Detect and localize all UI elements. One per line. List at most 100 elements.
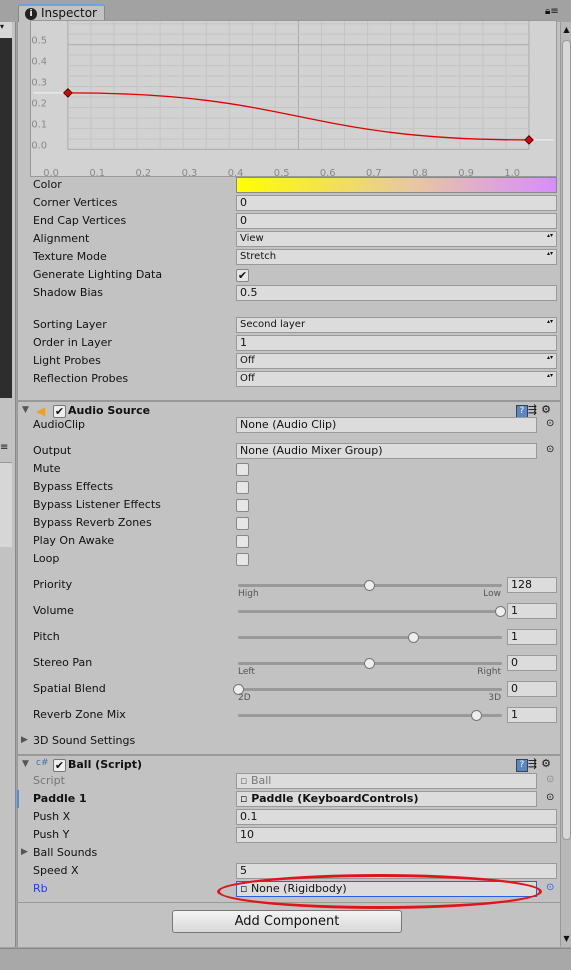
curve-key[interactable] [63, 87, 73, 98]
volume-value-field[interactable]: 1 [507, 603, 557, 619]
row-pitch: Pitch 1 [17, 628, 561, 646]
label-paddle-1: Paddle 1 [33, 792, 87, 805]
component-enabled-checkbox[interactable]: ✔ [53, 759, 66, 772]
status-bar [0, 948, 571, 970]
y-tick-label: 0.2 [31, 98, 47, 109]
scene-view [0, 38, 12, 398]
row-play-on-awake: Play On Awake [17, 532, 561, 550]
left-dropdown[interactable]: ▾ [0, 22, 12, 38]
curve-editor[interactable]: 0.0 0.1 0.2 0.3 0.4 0.5 0.6 0.7 0.8 0.9 1.00.00.10… [30, 20, 557, 177]
sorting-layer-dropdown[interactable]: Second layer [236, 317, 557, 333]
reflection-probes-value: Off [240, 373, 255, 384]
audioclip-field[interactable]: None (Audio Clip) [236, 417, 537, 433]
row-volume: Volume 1 [17, 602, 561, 620]
push-y-value: 10 [240, 828, 254, 841]
row-order-in-layer: Order in Layer 1 [17, 334, 561, 352]
label-bypass-listener-effects: Bypass Listener Effects [33, 498, 161, 511]
stereo-pan-slider-handle[interactable] [364, 658, 375, 669]
row-stereo-pan: Stereo Pan 0 Left Right [17, 654, 561, 677]
scrollbar-thumb[interactable] [562, 40, 571, 840]
bypass-reverb-zones-checkbox[interactable] [236, 517, 249, 530]
reflection-probes-dropdown[interactable]: Off [236, 371, 557, 387]
label-bypass-reverb-zones: Bypass Reverb Zones [33, 516, 152, 529]
play-on-awake-checkbox[interactable] [236, 535, 249, 548]
texture-mode-value: Stretch [240, 251, 277, 262]
menu-icon[interactable]: ≡ [0, 442, 8, 453]
scroll-down-icon[interactable]: ▼ [562, 934, 571, 943]
paddle-1-field[interactable]: ▫ Paddle (KeyboardControls) [236, 791, 537, 807]
lock-icon[interactable]: 🔒︎≡ [545, 6, 559, 17]
label-bypass-effects: Bypass Effects [33, 480, 114, 493]
row-3d-sound-settings[interactable]: 3D Sound Settings ▶ [17, 732, 561, 750]
foldout-arrow-icon[interactable]: ▶ [21, 847, 28, 857]
color-gradient-field[interactable] [236, 177, 557, 193]
row-push-y: Push Y 10 [17, 826, 561, 844]
pitch-slider-handle[interactable] [407, 632, 419, 643]
object-picker-icon[interactable]: ⊙ [546, 792, 554, 803]
foldout-arrow-icon[interactable]: ▼ [22, 405, 29, 415]
spatial-blend-slider-track[interactable] [238, 688, 502, 691]
object-picker-icon[interactable]: ⊙ [546, 418, 554, 429]
label-mute: Mute [33, 462, 61, 475]
texture-mode-dropdown[interactable]: Stretch [236, 249, 557, 265]
mute-checkbox[interactable] [236, 463, 249, 476]
help-icon[interactable]: ? [515, 759, 528, 772]
bypass-listener-effects-checkbox[interactable] [236, 499, 249, 512]
volume-slider-track[interactable] [238, 610, 502, 613]
script-file-icon: ▫ [240, 774, 251, 787]
pitch-value-field[interactable]: 1 [507, 629, 557, 645]
alignment-dropdown[interactable]: View [236, 231, 557, 247]
push-x-field[interactable]: 0.1 [236, 809, 557, 825]
output-field[interactable]: None (Audio Mixer Group) [236, 443, 537, 459]
row-loop: Loop [17, 550, 561, 568]
annotation-ellipse [217, 874, 542, 909]
bypass-effects-checkbox[interactable] [236, 481, 249, 494]
label-3d-sound-settings: 3D Sound Settings [33, 734, 136, 747]
foldout-arrow-icon[interactable]: ▶ [21, 735, 28, 745]
ball-script-header[interactable]: ▼ c# ✔ Ball (Script)? ⇶⚙ [17, 755, 561, 773]
row-color: Color [17, 176, 561, 194]
shadow-bias-field[interactable]: 0.5 [236, 285, 557, 301]
push-y-field[interactable]: 10 [236, 827, 557, 843]
label-volume: Volume [33, 604, 74, 617]
row-alignment: Alignment View [17, 230, 561, 248]
gear-icon[interactable]: ⚙ [541, 403, 555, 416]
preset-icon[interactable]: ⇶ [528, 757, 541, 770]
priority-value-field[interactable]: 128 [507, 577, 557, 593]
volume-slider-handle[interactable] [495, 606, 506, 617]
label-alignment: Alignment [33, 232, 90, 245]
add-component-button[interactable]: Add Component [172, 910, 402, 933]
light-probes-dropdown[interactable]: Off [236, 353, 557, 369]
object-picker-icon[interactable]: ⊙ [546, 882, 554, 893]
row-paddle-1: Paddle 1 ▫ Paddle (KeyboardControls) ⊙ [17, 790, 561, 808]
generate-lighting-data-checkbox[interactable]: ✔ [236, 269, 249, 282]
curve-key[interactable] [524, 135, 534, 145]
reverb-zone-mix-slider-handle[interactable] [471, 710, 483, 721]
scroll-up-icon[interactable]: ▲ [562, 25, 571, 34]
foldout-arrow-icon[interactable]: ▼ [22, 759, 29, 769]
spatial-blend-value-field[interactable]: 0 [507, 681, 557, 697]
preset-icon[interactable]: ⇶ [528, 403, 541, 416]
pitch-slider-track[interactable] [238, 636, 502, 639]
label-end-cap-vertices: End Cap Vertices [33, 214, 127, 227]
reverb-zone-mix-slider-track[interactable] [238, 714, 502, 717]
reverb-zone-mix-value-field[interactable]: 1 [507, 707, 557, 723]
label-color: Color [33, 178, 62, 191]
priority-slider-handle[interactable] [364, 580, 375, 591]
label-output: Output [33, 444, 72, 457]
row-output: Output None (Audio Mixer Group) ⊙ [17, 442, 561, 460]
object-picker-icon[interactable]: ⊙ [546, 444, 554, 455]
gear-icon[interactable]: ⚙ [541, 757, 555, 770]
label-ball-sounds: Ball Sounds [33, 846, 98, 859]
end-cap-vertices-field[interactable]: 0 [236, 213, 557, 229]
order-in-layer-field[interactable]: 1 [236, 335, 557, 351]
row-ball-sounds[interactable]: Ball Sounds ▶ [17, 844, 561, 862]
label-corner-vertices: Corner Vertices [33, 196, 118, 209]
corner-vertices-field[interactable]: 0 [236, 195, 557, 211]
object-picker-icon[interactable]: ⊙ [546, 774, 554, 785]
stereo-pan-value-field[interactable]: 0 [507, 655, 557, 671]
tab-label: Inspector [41, 6, 97, 20]
label-reflection-probes: Reflection Probes [33, 372, 129, 385]
y-tick-label: 0.3 [31, 78, 47, 89]
loop-checkbox[interactable] [236, 553, 249, 566]
